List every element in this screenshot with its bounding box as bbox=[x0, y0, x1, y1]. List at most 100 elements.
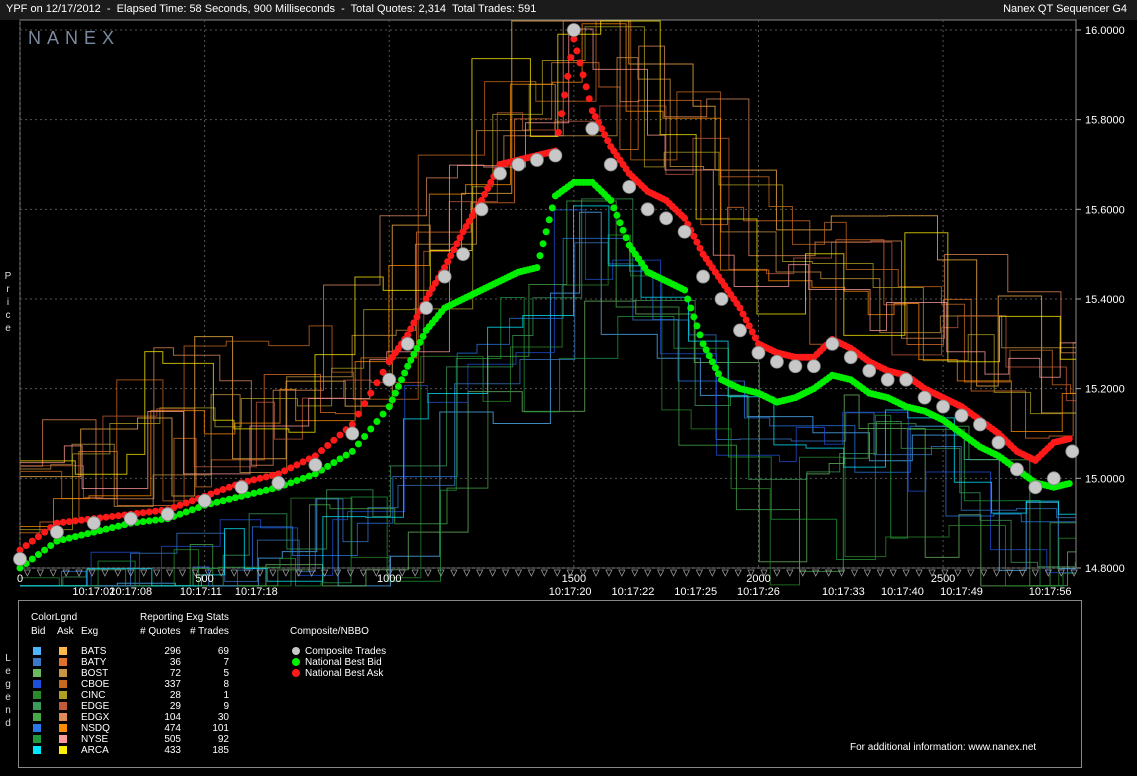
national-best-ask-point bbox=[34, 533, 42, 541]
x-tick-label: 2000 bbox=[746, 573, 770, 585]
trade-tick-marker bbox=[152, 569, 161, 577]
composite-trade-point bbox=[308, 457, 323, 472]
national-best-bid-point bbox=[102, 525, 110, 533]
trade-tick-marker bbox=[488, 569, 497, 577]
composite-trade-point bbox=[123, 511, 138, 526]
time-label: 10:17:18 bbox=[235, 586, 278, 598]
ask-swatch bbox=[59, 724, 67, 732]
national-best-bid-point bbox=[336, 455, 344, 463]
national-best-ask-point bbox=[567, 54, 575, 62]
exchange-name: CINC bbox=[81, 690, 106, 701]
national-best-ask-point bbox=[487, 178, 495, 186]
national-best-bid-point bbox=[65, 534, 73, 542]
bid-swatch bbox=[33, 746, 41, 754]
composite-trade-point bbox=[1046, 471, 1061, 486]
national-best-ask-point bbox=[453, 240, 461, 248]
time-label: 10:17:22 bbox=[612, 586, 655, 598]
composite-trade-point bbox=[640, 202, 655, 217]
color-legend-title: ColorLgnd bbox=[31, 612, 78, 623]
composite-trade-point bbox=[677, 224, 692, 239]
national-best-ask-point bbox=[585, 95, 593, 103]
national-best-ask-point bbox=[225, 483, 233, 491]
national-best-ask-point bbox=[444, 258, 452, 266]
trade-tick-marker bbox=[23, 569, 32, 577]
composite-trade-point bbox=[973, 417, 987, 432]
trade-tick-marker bbox=[644, 569, 652, 577]
price-axis-label: Price bbox=[4, 271, 12, 334]
exchange-trades: 30 bbox=[217, 712, 229, 723]
footer-link[interactable]: For additional information: www.nanex.ne… bbox=[850, 742, 1036, 753]
exchange-trades: 69 bbox=[217, 646, 229, 657]
y-tick-label: 16.0000 bbox=[1085, 25, 1125, 37]
national-best-bid-point bbox=[41, 546, 49, 554]
composite-trade-point bbox=[511, 157, 526, 172]
trade-tick-marker bbox=[618, 569, 626, 577]
y-tick-label: 15.4000 bbox=[1085, 294, 1125, 306]
national-best-ask-point bbox=[262, 473, 270, 481]
national-best-bid-point bbox=[548, 204, 556, 212]
exchange-trades: 185 bbox=[212, 745, 229, 756]
exchange-name: BOST bbox=[81, 668, 109, 679]
trade-tick-marker bbox=[553, 569, 561, 577]
national-best-ask-point bbox=[108, 512, 116, 520]
national-best-bid-point bbox=[361, 432, 369, 440]
exg-header: Exg bbox=[81, 626, 99, 637]
national-best-ask-point bbox=[139, 509, 147, 517]
national-best-bid-point bbox=[182, 508, 190, 516]
national-best-bid-point bbox=[542, 228, 550, 236]
national-best-ask-point bbox=[604, 137, 612, 145]
exchange-name: CBOE bbox=[81, 679, 110, 690]
exchange-name: NSDQ bbox=[81, 723, 110, 734]
national-best-bid-point bbox=[28, 555, 36, 563]
national-best-ask-point bbox=[102, 513, 110, 521]
national-best-bid-point bbox=[407, 356, 415, 364]
national-best-bid-point bbox=[78, 531, 86, 539]
ask-swatch bbox=[59, 746, 67, 754]
trade-tick-marker bbox=[708, 569, 716, 577]
national-best-ask-point bbox=[354, 410, 362, 418]
national-best-ask-point bbox=[456, 234, 464, 242]
composite-trade-point bbox=[880, 372, 895, 387]
national-best-ask-point bbox=[564, 72, 572, 80]
ask-swatch bbox=[59, 691, 67, 699]
ask-header: Ask bbox=[57, 626, 74, 637]
composite-label: Composite Trades bbox=[305, 646, 387, 657]
time-label: 10:17:33 bbox=[822, 586, 865, 598]
exchange-trades: 5 bbox=[223, 668, 229, 679]
national-best-ask-point bbox=[576, 59, 584, 67]
national-best-bid-point bbox=[47, 542, 55, 550]
national-best-ask-point bbox=[736, 304, 744, 312]
x-tick-label: 500 bbox=[195, 573, 213, 585]
ask-swatch bbox=[59, 658, 67, 666]
national-best-bid-point bbox=[699, 340, 707, 348]
exchange-name: NYSE bbox=[81, 734, 109, 745]
national-best-ask-point bbox=[591, 113, 599, 121]
national-best-ask-point bbox=[407, 325, 415, 333]
trade-tick-marker bbox=[721, 569, 729, 577]
national-best-ask-point bbox=[188, 497, 196, 505]
composite-trade-point bbox=[936, 399, 950, 414]
quotes-header: # Quotes bbox=[140, 626, 181, 637]
composite-trade-point bbox=[751, 345, 766, 360]
plot-area bbox=[19, 19, 1077, 569]
composite-trade-point bbox=[659, 211, 674, 226]
national-best-ask-point bbox=[554, 128, 562, 136]
x-tick-label: 1000 bbox=[377, 573, 401, 585]
trade-tick-marker bbox=[592, 569, 600, 577]
trade-tick-marker bbox=[980, 569, 988, 577]
national-best-ask-point bbox=[745, 322, 753, 330]
exchange-name: EDGE bbox=[81, 701, 110, 712]
trade-tick-marker bbox=[501, 569, 510, 577]
exchange-name: ARCA bbox=[81, 745, 109, 756]
bid-swatch bbox=[33, 724, 41, 732]
national-best-bid-point bbox=[225, 495, 233, 503]
trade-tick-marker bbox=[605, 569, 613, 577]
national-best-ask-point bbox=[748, 328, 756, 336]
composite-trade-point bbox=[437, 269, 452, 284]
national-best-bid-point bbox=[616, 219, 624, 227]
composite-trade-point bbox=[696, 269, 710, 284]
national-best-bid-point bbox=[213, 498, 221, 506]
national-best-bid-point bbox=[693, 322, 701, 330]
bid-swatch bbox=[33, 691, 41, 699]
exchange-trades: 7 bbox=[223, 657, 229, 668]
